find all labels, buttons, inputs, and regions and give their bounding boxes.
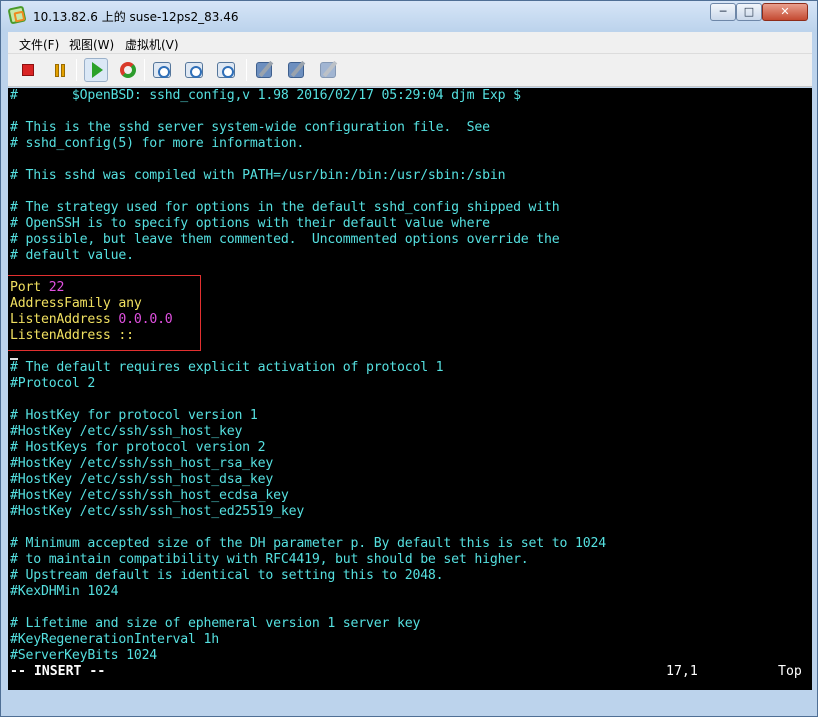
blank-line (10, 184, 606, 200)
config-directive-line: AddressFamily any (10, 296, 606, 312)
reset-icon (120, 62, 136, 78)
directive-key: Port (10, 280, 41, 295)
menu-bar: 文件(F) 视图(W) 虚拟机(V) (8, 32, 812, 54)
directive-key: AddressFamily (10, 296, 111, 311)
minimize-button[interactable]: ─ (710, 3, 736, 21)
pause-icon-bar (61, 63, 65, 77)
comment-line: # HostKey for protocol version 1 (10, 408, 258, 423)
directive-value: :: (118, 328, 134, 343)
power-off-button[interactable] (16, 58, 40, 82)
comment-line: # Minimum accepted size of the DH parame… (10, 536, 606, 551)
config-directive-line: Port 22 (10, 280, 606, 296)
directive-key: ListenAddress (10, 312, 111, 327)
reset-button[interactable] (116, 58, 140, 82)
comment-line: #Protocol 2 (10, 376, 96, 391)
revert-snapshot-button[interactable] (182, 58, 206, 82)
config-directive-line: ListenAddress :: (10, 328, 606, 344)
blank-line (10, 264, 606, 280)
editor-mode: -- INSERT -- (10, 664, 106, 679)
pause-icon (55, 63, 59, 77)
tools-button[interactable] (316, 58, 340, 82)
vm-console-window: 10.13.82.6 上的 suse-12ps2_83.46 ─ □ ✕ 文件(… (0, 0, 818, 717)
snapshot-manager-icon (217, 62, 235, 78)
comment-line: #HostKey /etc/ssh/ssh_host_ecdsa_key (10, 488, 289, 503)
text-cursor (10, 358, 18, 360)
directive-value: 22 (48, 280, 65, 295)
comment-line: #ServerKeyBits 1024 (10, 648, 158, 663)
directive-key: ListenAddress (10, 328, 111, 343)
comment-line: # Upstream default is identical to setti… (10, 568, 444, 583)
directive-value: any (118, 296, 142, 311)
blank-line (10, 152, 606, 168)
comment-line: #HostKey /etc/ssh/ssh_host_ed25519_key (10, 504, 305, 519)
comment-line: #KexDHMin 1024 (10, 584, 119, 599)
toolbar-divider (246, 59, 247, 81)
power-on-button[interactable] (84, 58, 108, 82)
blank-line (10, 520, 606, 536)
snapshot-revert-icon (185, 62, 203, 78)
comment-line: #HostKey /etc/ssh/ssh_host_rsa_key (10, 456, 274, 471)
blank-line (10, 104, 606, 120)
config-directive-line: ListenAddress 0.0.0.0 (10, 312, 606, 328)
comment-line: #HostKey /etc/ssh/ssh_host_key (10, 424, 243, 439)
comment-line: # The default requires explicit activati… (10, 360, 444, 375)
comment-line: # This sshd was compiled with PATH=/usr/… (10, 168, 506, 183)
title-bar[interactable]: 10.13.82.6 上的 suse-12ps2_83.46 ─ □ ✕ (1, 1, 817, 31)
take-snapshot-button[interactable] (150, 58, 174, 82)
window-bottom-frame (8, 691, 812, 711)
blank-line (10, 392, 606, 408)
edit-settings-button[interactable] (284, 58, 308, 82)
console-icon (256, 62, 272, 78)
toolbar-divider (144, 59, 145, 81)
menu-view[interactable]: 视图(W) (69, 36, 114, 53)
comment-line: # $OpenBSD: sshd_config,v 1.98 2016/02/1… (10, 88, 521, 103)
toolbar-divider (76, 59, 77, 81)
directive-value: 0.0.0.0 (118, 312, 173, 327)
toolbar (8, 54, 812, 87)
comment-line: #KeyRegenerationInterval 1h (10, 632, 219, 647)
comment-line: # HostKeys for protocol version 2 (10, 440, 266, 455)
snapshot-manager-button[interactable] (214, 58, 238, 82)
terminal-lines: # $OpenBSD: sshd_config,v 1.98 2016/02/1… (10, 88, 606, 664)
scroll-position: Top (778, 664, 802, 679)
comment-line: # The strategy used for options in the d… (10, 200, 560, 215)
maximize-button[interactable]: □ (736, 3, 762, 21)
comment-line: # OpenSSH is to specify options with the… (10, 216, 490, 231)
menu-file[interactable]: 文件(F) (19, 36, 59, 53)
close-button[interactable]: ✕ (762, 3, 808, 21)
terminal-screen[interactable]: # $OpenBSD: sshd_config,v 1.98 2016/02/1… (8, 88, 812, 690)
comment-line: # to maintain compatibility with RFC4419… (10, 552, 529, 567)
stop-icon (22, 64, 34, 76)
comment-line: # Lifetime and size of ephemeral version… (10, 616, 421, 631)
edit-settings-icon (288, 62, 304, 78)
suspend-button[interactable] (48, 58, 72, 82)
vim-status-line: -- INSERT -- 17,1 Top (10, 664, 810, 680)
tools-icon (320, 62, 336, 78)
comment-line: # This is the sshd server system-wide co… (10, 120, 490, 135)
cursor-position: 17,1 (666, 664, 698, 679)
snapshot-take-icon (153, 62, 171, 78)
console-button[interactable] (252, 58, 276, 82)
menu-vm[interactable]: 虚拟机(V) (125, 36, 179, 53)
vmware-app-icon (7, 5, 27, 25)
window-title: 10.13.82.6 上的 suse-12ps2_83.46 (33, 10, 239, 24)
comment-line: # sshd_config(5) for more information. (10, 136, 305, 151)
comment-line: # possible, but leave them commented. Un… (10, 232, 560, 247)
blank-line (10, 344, 606, 360)
comment-line: # default value. (10, 248, 134, 263)
blank-line (10, 600, 606, 616)
comment-line: #HostKey /etc/ssh/ssh_host_dsa_key (10, 472, 274, 487)
play-icon (92, 62, 103, 78)
